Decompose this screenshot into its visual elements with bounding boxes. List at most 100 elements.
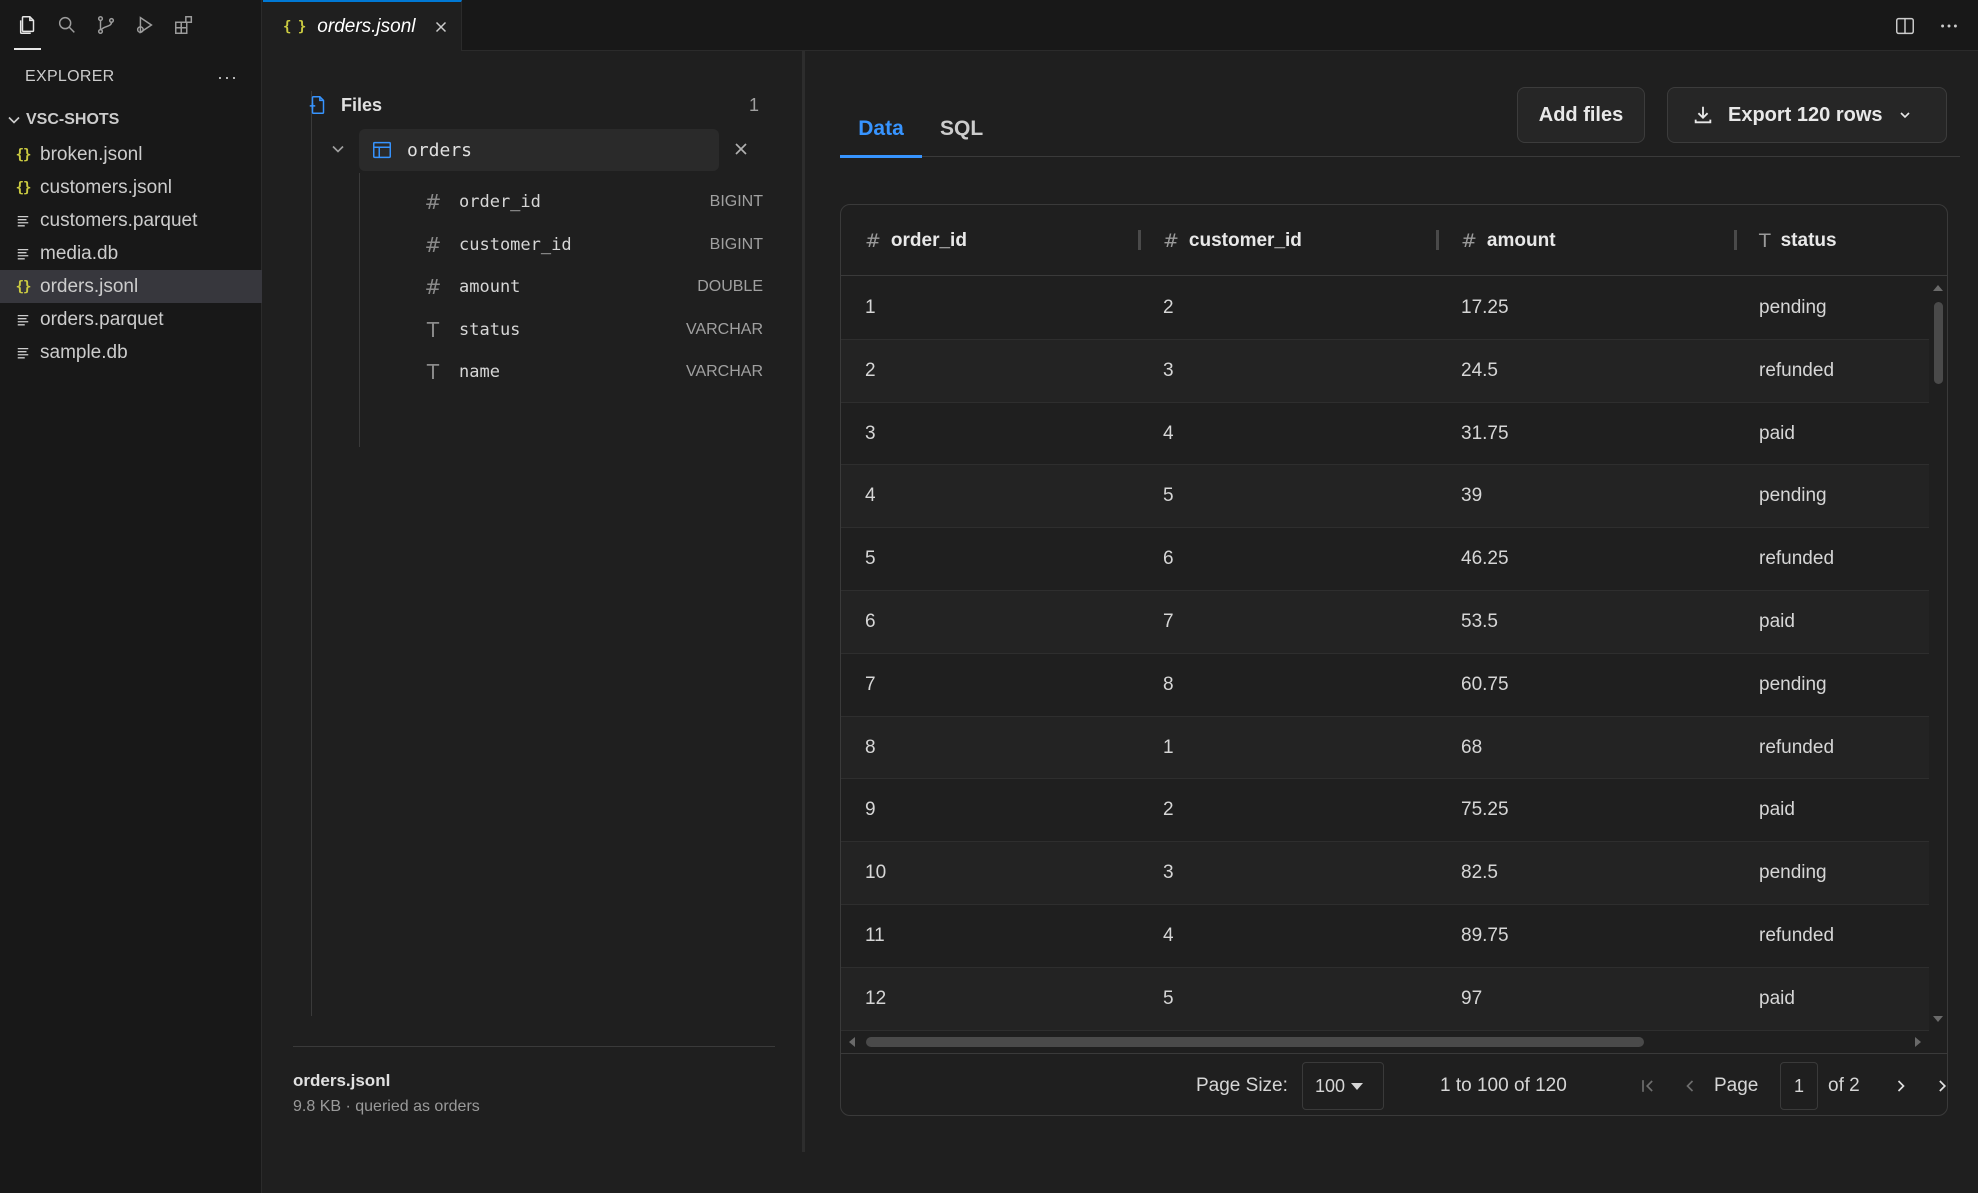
column-item[interactable]: T name VARCHAR [423, 351, 763, 394]
scroll-right-icon[interactable] [1915, 1037, 1921, 1047]
column-resize-handle[interactable] [1436, 230, 1439, 250]
table-cell[interactable]: 53.5 [1461, 591, 1498, 653]
table-row[interactable]: 6 7 53.5 paid [841, 591, 1929, 654]
table-cell[interactable]: 2 [1163, 277, 1174, 339]
column-header-amount[interactable]: # amount [1461, 205, 1556, 276]
table-row[interactable]: 2 3 24.5 refunded [841, 339, 1929, 403]
workspace-folder[interactable]: VSC-SHOTS [0, 106, 262, 134]
column-header-customer-id[interactable]: # customer_id [1163, 205, 1302, 276]
add-files-button[interactable]: Add files [1517, 87, 1645, 143]
table-cell[interactable]: paid [1759, 968, 1795, 1030]
table-cell[interactable]: 17.25 [1461, 277, 1509, 339]
column-item[interactable]: # amount DOUBLE [423, 266, 763, 309]
more-actions-icon[interactable]: ··· [217, 67, 238, 88]
table-cell[interactable]: 3 [1163, 842, 1174, 904]
table-cell[interactable]: 7 [1163, 591, 1174, 653]
run-debug-icon[interactable] [125, 0, 164, 50]
table-cell[interactable]: 46.25 [1461, 528, 1509, 590]
table-cell[interactable]: 5 [1163, 465, 1174, 527]
table-row[interactable]: 8 1 68 refunded [841, 716, 1929, 780]
extensions-icon[interactable] [164, 0, 203, 50]
table-cell[interactable]: 60.75 [1461, 654, 1509, 716]
table-row[interactable]: 7 8 60.75 pending [841, 654, 1929, 717]
chevron-down-icon[interactable] [328, 139, 348, 159]
table-cell[interactable]: 9 [865, 779, 876, 841]
column-header-order-id[interactable]: # order_id [865, 205, 967, 276]
column-resize-handle[interactable] [1734, 230, 1737, 250]
table-cell[interactable]: refunded [1759, 905, 1834, 967]
table-cell[interactable]: pending [1759, 277, 1827, 339]
table-cell[interactable]: 7 [865, 654, 876, 716]
search-icon[interactable] [47, 0, 86, 50]
table-cell[interactable]: 89.75 [1461, 905, 1509, 967]
source-control-icon[interactable] [86, 0, 125, 50]
previous-page-icon[interactable] [1678, 1074, 1702, 1098]
page-size-select[interactable]: 100 [1302, 1062, 1384, 1110]
vertical-scrollbar[interactable] [1931, 277, 1945, 1032]
scroll-up-icon[interactable] [1933, 285, 1943, 291]
column-resize-handle[interactable] [1138, 230, 1141, 250]
horizontal-scrollbar[interactable] [841, 1034, 1947, 1050]
table-row[interactable]: 5 6 46.25 refunded [841, 528, 1929, 591]
column-header-status[interactable]: T status [1759, 205, 1837, 276]
table-cell[interactable]: paid [1759, 779, 1795, 841]
table-cell[interactable]: pending [1759, 842, 1827, 904]
table-cell[interactable]: 8 [865, 717, 876, 779]
more-actions-icon[interactable] [1938, 15, 1960, 37]
files-section-header[interactable]: Files 1 [307, 89, 759, 121]
table-cell[interactable]: 4 [1163, 905, 1174, 967]
file-item-sample-db[interactable]: sample.db [0, 336, 262, 369]
table-cell[interactable]: 11 [865, 905, 885, 967]
table-cell[interactable]: 6 [865, 591, 876, 653]
table-cell[interactable]: 5 [1163, 968, 1174, 1030]
first-page-icon[interactable] [1636, 1074, 1660, 1098]
scroll-down-icon[interactable] [1933, 1016, 1943, 1022]
next-page-icon[interactable] [1889, 1074, 1913, 1098]
table-row[interactable]: 4 5 39 pending [841, 465, 1929, 529]
files-icon[interactable] [8, 0, 47, 50]
table-cell[interactable]: 82.5 [1461, 842, 1498, 904]
file-item-orders-parquet[interactable]: orders.parquet [0, 303, 262, 336]
table-cell[interactable]: 31.75 [1461, 403, 1509, 465]
table-cell[interactable]: refunded [1759, 528, 1834, 590]
split-editor-icon[interactable] [1894, 15, 1916, 37]
close-icon[interactable] [731, 139, 751, 159]
page-number-input[interactable]: 1 [1780, 1062, 1818, 1110]
table-cell[interactable]: 68 [1461, 717, 1482, 779]
column-item[interactable]: # customer_id BIGINT [423, 224, 763, 267]
table-row[interactable]: 12 5 97 paid [841, 967, 1929, 1031]
table-cell[interactable]: 6 [1163, 528, 1174, 590]
scrollbar-thumb[interactable] [1934, 302, 1943, 384]
file-item-orders-jsonl[interactable]: {} orders.jsonl [0, 270, 262, 303]
table-row[interactable]: 9 2 75.25 paid [841, 779, 1929, 843]
table-cell[interactable]: 4 [865, 465, 876, 527]
table-cell[interactable]: 12 [865, 968, 886, 1030]
table-cell[interactable]: refunded [1759, 717, 1834, 779]
table-cell[interactable]: 8 [1163, 654, 1174, 716]
table-cell[interactable]: 1 [1163, 717, 1174, 779]
file-item-media-db[interactable]: media.db [0, 237, 262, 270]
scrollbar-thumb[interactable] [866, 1037, 1644, 1047]
table-cell[interactable]: refunded [1759, 340, 1834, 402]
export-button[interactable]: Export 120 rows [1667, 87, 1947, 143]
tab-data[interactable]: Data [840, 101, 922, 158]
file-item-customers-jsonl[interactable]: {} customers.jsonl [0, 171, 262, 204]
scroll-left-icon[interactable] [849, 1037, 855, 1047]
tab-orders-jsonl[interactable]: { } orders.jsonl [263, 0, 462, 51]
table-cell[interactable]: 24.5 [1461, 340, 1498, 402]
table-cell[interactable]: pending [1759, 654, 1827, 716]
file-item-customers-parquet[interactable]: customers.parquet [0, 204, 262, 237]
tab-sql[interactable]: SQL [940, 101, 983, 157]
column-item[interactable]: T status VARCHAR [423, 309, 763, 352]
table-cell[interactable]: 1 [865, 277, 876, 339]
table-row[interactable]: 1 2 17.25 pending [841, 277, 1929, 340]
table-cell[interactable]: 3 [865, 403, 876, 465]
table-cell[interactable]: 4 [1163, 403, 1174, 465]
table-cell[interactable]: 10 [865, 842, 886, 904]
last-page-icon[interactable] [1932, 1074, 1947, 1098]
table-item-orders[interactable]: orders [359, 129, 719, 171]
table-cell[interactable]: 75.25 [1461, 779, 1509, 841]
table-cell[interactable]: 2 [1163, 779, 1174, 841]
file-item-broken-jsonl[interactable]: {} broken.jsonl [0, 138, 262, 171]
table-cell[interactable]: paid [1759, 403, 1795, 465]
